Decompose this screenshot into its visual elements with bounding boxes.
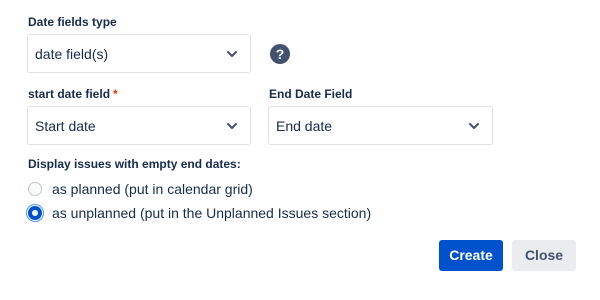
empty-end-dates-label: Display issues with empty end dates: [28, 157, 241, 171]
start-date-field-label: start date field * [28, 87, 118, 101]
radio-option-unplanned-label: as unplanned (put in the Unplanned Issue… [52, 205, 372, 221]
radio-button-checked[interactable] [28, 206, 42, 220]
start-date-field-select[interactable]: Start date [27, 106, 251, 145]
end-date-field-value: End date [276, 118, 333, 134]
end-date-field-label: End Date Field [269, 87, 353, 101]
start-date-field-value: Start date [35, 118, 96, 134]
radio-option-planned-label: as planned (put in calendar grid) [52, 181, 253, 197]
end-date-field-select[interactable]: End date [268, 106, 493, 145]
date-fields-type-value: date field(s) [35, 46, 109, 62]
close-button[interactable]: Close [512, 240, 576, 271]
radio-button-unchecked[interactable] [28, 182, 42, 196]
create-button[interactable]: Create [439, 240, 503, 271]
chevron-down-icon [227, 51, 237, 57]
chevron-down-icon [227, 123, 237, 129]
required-marker: * [113, 87, 118, 101]
date-fields-type-label: Date fields type [28, 15, 117, 29]
start-date-field-label-text: start date field [28, 87, 111, 101]
chevron-down-icon [469, 123, 479, 129]
date-fields-type-select[interactable]: date field(s) [27, 34, 251, 73]
question-circle-icon[interactable]: ? [270, 44, 290, 64]
